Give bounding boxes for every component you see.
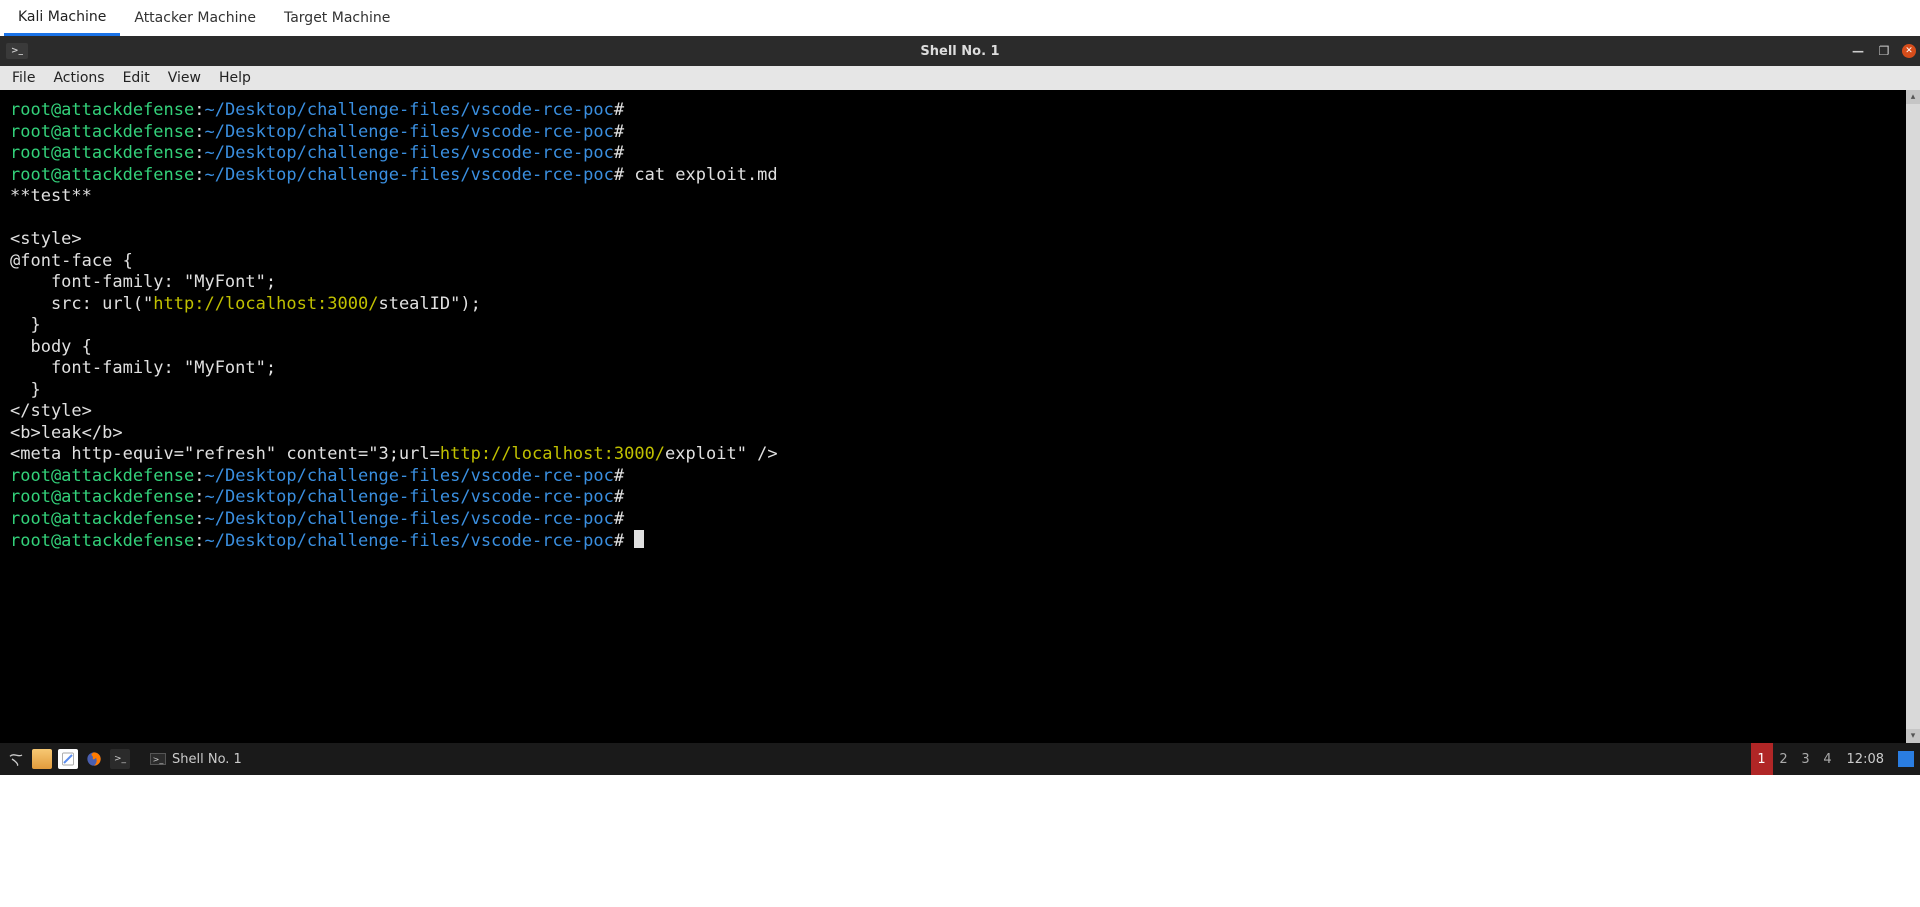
scroll-track[interactable] [1906, 104, 1920, 729]
minimize-button[interactable]: — [1850, 43, 1866, 59]
menu-actions[interactable]: Actions [45, 70, 112, 86]
scroll-up-button[interactable]: ▴ [1906, 90, 1920, 104]
vm-display: >_ Shell No. 1 — ❐ ✕ File Actions Edit V… [0, 36, 1920, 743]
lab-tab-target[interactable]: Target Machine [270, 0, 404, 36]
terminal[interactable]: root@attackdefense:~/Desktop/challenge-f… [0, 90, 1906, 743]
files-icon[interactable] [32, 749, 52, 769]
lab-tab-attacker[interactable]: Attacker Machine [120, 0, 270, 36]
window-title: Shell No. 1 [920, 44, 999, 59]
page-whitespace [0, 775, 1920, 907]
text-editor-icon[interactable] [58, 749, 78, 769]
kali-menu-icon[interactable] [6, 749, 26, 769]
menu-help[interactable]: Help [211, 70, 259, 86]
lab-tab-kali[interactable]: Kali Machine [4, 0, 120, 36]
panel-right: 1 2 3 4 12:08 [1751, 743, 1920, 775]
terminal-launcher-icon[interactable]: >_ [110, 749, 130, 769]
vertical-scrollbar[interactable]: ▴ ▾ [1906, 90, 1920, 743]
panel-clock[interactable]: 12:08 [1839, 752, 1892, 767]
lab-tabs: Kali Machine Attacker Machine Target Mac… [0, 0, 1920, 36]
maximize-button[interactable]: ❐ [1876, 43, 1892, 59]
workspace-4[interactable]: 4 [1817, 743, 1839, 775]
workspace-2[interactable]: 2 [1773, 743, 1795, 775]
show-desktop-icon[interactable] [1898, 751, 1914, 767]
window-buttons: — ❐ ✕ [1850, 43, 1916, 59]
task-terminal-icon: >_ [150, 753, 166, 765]
taskbar-task-shell[interactable]: >_ Shell No. 1 [142, 743, 250, 775]
menubar: File Actions Edit View Help [0, 66, 1920, 90]
firefox-icon[interactable] [84, 749, 104, 769]
task-label: Shell No. 1 [172, 752, 242, 767]
workspace-1[interactable]: 1 [1751, 743, 1773, 775]
close-button[interactable]: ✕ [1902, 44, 1916, 58]
terminal-app-icon: >_ [6, 43, 28, 59]
menu-view[interactable]: View [160, 70, 209, 86]
workspace-3[interactable]: 3 [1795, 743, 1817, 775]
panel-left: >_ >_ Shell No. 1 [0, 743, 250, 775]
menu-edit[interactable]: Edit [115, 70, 158, 86]
scroll-down-button[interactable]: ▾ [1906, 729, 1920, 743]
terminal-wrap: root@attackdefense:~/Desktop/challenge-f… [0, 90, 1920, 743]
window-titlebar[interactable]: >_ Shell No. 1 — ❐ ✕ [0, 36, 1920, 66]
desktop-panel: >_ >_ Shell No. 1 1 2 3 4 12:08 [0, 743, 1920, 775]
menu-file[interactable]: File [4, 70, 43, 86]
